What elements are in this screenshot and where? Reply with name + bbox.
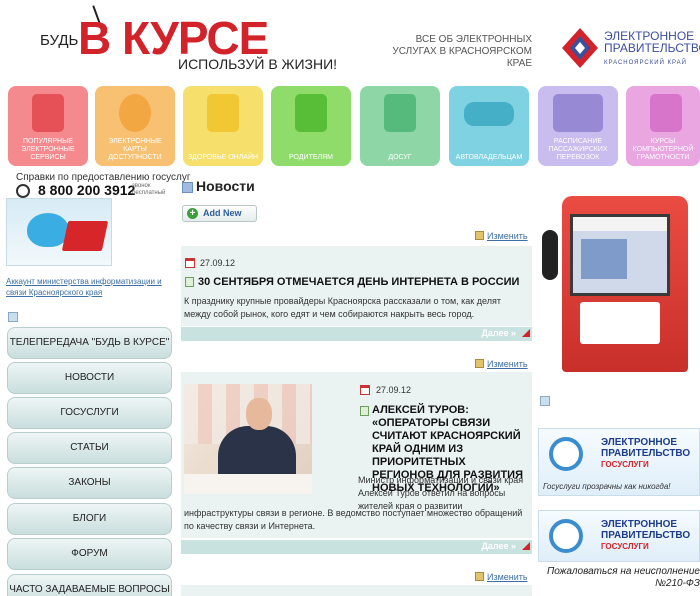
rss-icon[interactable]: [8, 312, 18, 322]
twitter-account-link[interactable]: Аккаунт министерства информатизации и св…: [6, 276, 164, 298]
menu-tv-show[interactable]: ТЕЛЕПЕРЕДАЧА "БУДЬ В КУРСЕ": [7, 327, 172, 359]
menu-articles[interactable]: СТАТЬИ: [7, 432, 172, 464]
egov-gosuslugi-banner[interactable]: ЭЛЕКТРОННОЕ ПРАВИТЕЛЬСТВО ГОСУСЛУГИ: [538, 510, 700, 562]
menu-news[interactable]: НОВОСТИ: [7, 362, 172, 394]
banner-subtitle: ГОСУСЛУГИ: [601, 460, 649, 469]
site-tagline: ВСЕ ОБ ЭЛЕКТРОННЫХ УСЛУГАХ В КРАСНОЯРСКО…: [392, 34, 532, 69]
photo-person-head: [246, 398, 272, 430]
family-icon: [295, 94, 327, 132]
hotline-note: звонок бесплатный: [132, 183, 166, 196]
news-footer-bar: Далее »: [181, 540, 532, 554]
egov-logo-subtitle: КРАСНОЯРСКИЙ КРАЙ: [604, 60, 687, 66]
news-title[interactable]: 30 СЕНТЯБРЯ ОТМЕЧАЕТСЯ ДЕНЬ ИНТЕРНЕТА В …: [198, 276, 528, 288]
add-new-button[interactable]: + Add New: [182, 205, 257, 222]
news-heading: Новости: [196, 178, 255, 194]
photo-table: [184, 474, 312, 494]
gosuslugi-logo-icon: [549, 437, 583, 471]
tile-label: РОДИТЕЛЯМ: [288, 154, 333, 161]
train-icon: [553, 94, 603, 132]
info-kiosk-icon: [32, 94, 64, 132]
banner-slogan: Госуслуги прозрачны как никогда!: [543, 482, 671, 491]
news-date: 27.09.12: [376, 385, 412, 395]
tile-label: АВТОВЛАДЕЛЬЦАМ: [455, 154, 523, 161]
read-more-link[interactable]: Далее »: [481, 328, 516, 338]
menu-forum[interactable]: ФОРУМ: [7, 538, 172, 570]
tile-parents[interactable]: РОДИТЕЛЯМ: [271, 86, 351, 166]
info-kiosk-image[interactable]: [540, 196, 695, 372]
kiosk-screen-header: [573, 217, 667, 231]
menu-blogs[interactable]: БЛОГИ: [7, 503, 172, 535]
medical-cross-icon: [207, 94, 239, 132]
tile-health-online[interactable]: ЗДОРОВЬЕ ОНЛАЙН: [183, 86, 263, 166]
logo-slogan: ИСПОЛЬЗУЙ В ЖИЗНИ!: [178, 56, 338, 72]
phone-icon: [16, 184, 30, 198]
calendar-icon: [360, 385, 370, 395]
news-section-icon: [182, 182, 193, 193]
tile-label: ДОСУГ: [388, 154, 412, 161]
news-date: 27.09.12: [200, 258, 236, 268]
kiosk-screen: [570, 214, 670, 296]
add-icon: +: [187, 208, 198, 219]
car-icon: [464, 102, 514, 126]
corner-arrow-icon: [522, 329, 530, 337]
news-photo[interactable]: [184, 384, 312, 494]
laptop-icon: [61, 221, 109, 251]
edit-icon: [475, 231, 484, 240]
banner-title: ЭЛЕКТРОННОЕ ПРАВИТЕЛЬСТВО: [601, 519, 691, 541]
menu-gosuslugi[interactable]: ГОСУСЛУГИ: [7, 397, 172, 429]
hotline-number: 8 800 200 3912: [38, 182, 136, 198]
leisure-icon: [384, 94, 416, 132]
tile-popular-services[interactable]: ПОПУЛЯРНЫЕ ЭЛЕКТРОННЫЕ СЕРВИСЫ: [8, 86, 88, 166]
menu-laws[interactable]: ЗАКОНЫ: [7, 467, 172, 499]
read-more-link[interactable]: Далее »: [481, 541, 516, 551]
tile-label: ЗДОРОВЬЕ ОНЛАЙН: [187, 154, 259, 161]
tile-label: КУРСЫ КОМПЬЮТЕРНОЙ ГРАМОТНОСТИ: [632, 138, 694, 161]
calendar-icon: [185, 258, 195, 268]
document-icon: [185, 277, 194, 287]
tile-label: ЭЛЕКТРОННЫЕ КАРТЫ ДОСТУПНОСТИ: [108, 138, 162, 161]
banner-subtitle: ГОСУСЛУГИ: [601, 542, 649, 551]
menu-faq[interactable]: ЧАСТО ЗАДАВАЕМЫЕ ВОПРОСЫ: [7, 574, 172, 596]
document-icon: [360, 406, 369, 416]
twitter-bird-banner[interactable]: [6, 198, 112, 266]
kiosk-screen-content: [581, 239, 627, 279]
gosuslugi-logo-icon: [549, 519, 583, 553]
egov-logo-title: ЭЛЕКТРОННОЕ ПРАВИТЕЛЬСТВО: [604, 29, 700, 55]
rss-icon[interactable]: [540, 396, 550, 406]
tile-label: РАСПИСАНИЕ ПАССАЖИРСКИХ ПЕРЕВОЗОК: [548, 138, 608, 161]
edit-icon: [475, 359, 484, 368]
logo-text-budv: БУДЬ: [40, 32, 79, 49]
tile-accessibility-maps[interactable]: ЭЛЕКТРОННЫЕ КАРТЫ ДОСТУПНОСТИ: [95, 86, 175, 166]
kiosk-panel: [580, 302, 660, 344]
egov-logo[interactable]: ЭЛЕКТРОННОЕ ПРАВИТЕЛЬСТВО КРАСНОЯРСКИЙ К…: [560, 22, 700, 72]
edit-link[interactable]: Изменить: [475, 359, 528, 369]
news-item: [181, 585, 532, 596]
add-new-label: Add New: [203, 208, 242, 218]
news-summary: К празднику крупные провайдеры Красноярс…: [184, 296, 501, 319]
edit-link[interactable]: Изменить: [475, 231, 528, 241]
news-summary-continued: инфраструктуры связи в регионе. В ведомс…: [184, 508, 523, 531]
handset-icon: [542, 230, 558, 280]
edit-link[interactable]: Изменить: [475, 572, 528, 582]
tile-computer-courses[interactable]: КУРСЫ КОМПЬЮТЕРНОЙ ГРАМОТНОСТИ: [626, 86, 700, 166]
tile-transport-schedule[interactable]: РАСПИСАНИЕ ПАССАЖИРСКИХ ПЕРЕВОЗОК: [538, 86, 618, 166]
tile-leisure[interactable]: ДОСУГ: [360, 86, 440, 166]
banner-title: ЭЛЕКТРОННОЕ ПРАВИТЕЛЬСТВО: [601, 437, 691, 459]
tile-label: ПОПУЛЯРНЫЕ ЭЛЕКТРОННЫЕ СЕРВИСЫ: [21, 138, 75, 161]
egov-emblem-icon: [562, 28, 598, 68]
tile-car-owners[interactable]: АВТОВЛАДЕЛЬЦАМ: [449, 86, 529, 166]
complaint-link[interactable]: Пожаловаться на неисполнение №210-ФЗ: [538, 566, 700, 590]
corner-arrow-icon: [522, 542, 530, 550]
edit-icon: [475, 572, 484, 581]
globe-icon: [119, 94, 151, 132]
keyboard-icon: [650, 94, 682, 132]
news-footer-bar: Далее »: [181, 327, 532, 341]
egov-gosuslugi-banner[interactable]: ЭЛЕКТРОННОЕ ПРАВИТЕЛЬСТВО ГОСУСЛУГИ Госу…: [538, 428, 700, 496]
